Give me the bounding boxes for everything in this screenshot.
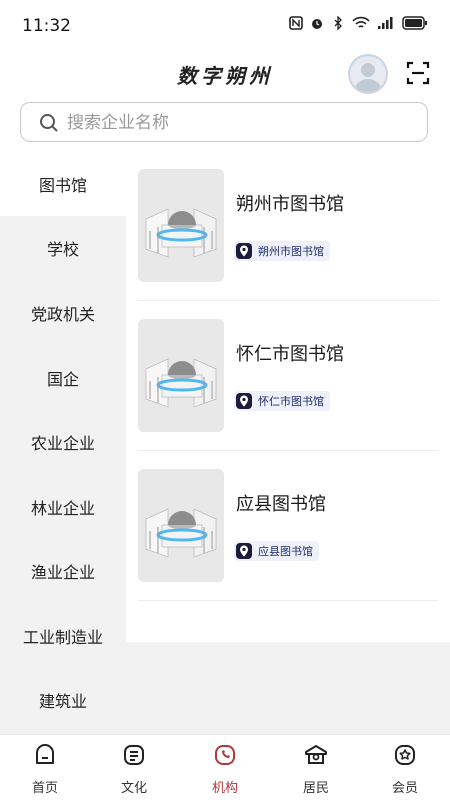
list-item[interactable]: 朔州市图书馆 朔州市图书馆 (138, 152, 438, 302)
signal-icon (378, 17, 393, 29)
search-icon (40, 114, 58, 132)
wifi-icon (352, 16, 370, 28)
content-empty-area (126, 642, 450, 734)
nav-home[interactable]: 首页 (10, 741, 80, 797)
institution-icon (215, 745, 235, 765)
nav-culture[interactable]: 文化 (99, 741, 169, 797)
category-label: 林业企业 (30, 499, 95, 518)
nav-label: 居民 (302, 781, 329, 796)
location-pin-icon (236, 543, 252, 559)
category-item-agriculture[interactable]: 农业企业 (0, 410, 126, 474)
category-item-manufacturing[interactable]: 工业制造业 (0, 604, 126, 668)
organization-tag-label: 怀仁市图书馆 (258, 395, 324, 408)
category-sidebar: 图书馆 学校 党政机关 国企 农业企业 林业企业 渔业企业 工业制造业 建筑业 (0, 152, 126, 734)
search-input[interactable] (65, 109, 409, 137)
organization-tag-label: 朔州市图书馆 (258, 245, 324, 258)
avatar[interactable] (348, 54, 388, 94)
nav-label: 会员 (391, 781, 418, 796)
organization-name: 朔州市图书馆 (236, 194, 344, 215)
category-item-fishery[interactable]: 渔业企业 (0, 539, 126, 603)
divider (138, 450, 438, 451)
organization-name: 怀仁市图书馆 (236, 344, 344, 365)
category-label: 农业企业 (30, 434, 95, 453)
category-label: 学校 (46, 240, 79, 259)
category-item-library[interactable]: 图书馆 (0, 152, 126, 216)
nav-label: 首页 (31, 781, 58, 796)
nav-label: 文化 (120, 781, 147, 796)
bottom-nav: 首页 文化 机构 居民 会员 (0, 734, 450, 800)
library-thumbnail (138, 169, 224, 282)
organization-tag-label: 应县图书馆 (258, 545, 313, 558)
list-item[interactable]: 怀仁市图书馆 怀仁市图书馆 (138, 302, 438, 452)
category-item-construction[interactable]: 建筑业 (0, 668, 126, 732)
location-pin-icon (236, 393, 252, 409)
app-header: 数字朔州 (0, 48, 450, 98)
location-pin-icon (236, 243, 252, 259)
organization-tag: 朔州市图书馆 (234, 241, 330, 261)
category-label: 党政机关 (30, 305, 95, 324)
member-icon (395, 745, 415, 765)
nav-member[interactable]: 会员 (370, 741, 440, 797)
organization-tag: 应县图书馆 (234, 541, 319, 561)
divider (138, 600, 438, 601)
organization-list: 朔州市图书馆 朔州市图书馆 怀仁市图书馆 怀仁市图书馆 应县图书馆 应县图书馆 (126, 152, 450, 642)
status-bar: 11:32 (0, 0, 450, 48)
nfc-icon (289, 16, 303, 30)
library-thumbnail (138, 319, 224, 432)
resident-icon (305, 745, 327, 764)
status-icons (289, 16, 428, 30)
nav-institution[interactable]: 机构 (190, 741, 260, 797)
battery-icon (402, 16, 427, 30)
status-time: 11:32 (22, 16, 71, 36)
list-item[interactable]: 应县图书馆 应县图书馆 (138, 452, 438, 602)
bluetooth-icon (334, 16, 342, 30)
alarm-icon (312, 19, 322, 29)
category-label: 工业制造业 (22, 628, 103, 647)
category-item-government[interactable]: 党政机关 (0, 281, 126, 345)
category-item-forestry[interactable]: 林业企业 (0, 475, 126, 539)
category-label: 国企 (46, 370, 79, 389)
category-label: 图书馆 (38, 176, 87, 195)
category-label: 建筑业 (38, 692, 87, 711)
nav-label: 机构 (211, 781, 238, 796)
category-item-school[interactable]: 学校 (0, 216, 126, 280)
divider (138, 300, 438, 301)
culture-icon (124, 745, 144, 765)
organization-tag: 怀仁市图书馆 (234, 391, 330, 411)
avatar-icon (354, 63, 382, 92)
category-item-state-owned[interactable]: 国企 (0, 346, 126, 410)
category-label: 渔业企业 (30, 563, 95, 582)
home-icon (36, 744, 54, 764)
nav-resident[interactable]: 居民 (281, 741, 351, 797)
scan-icon[interactable] (405, 60, 431, 86)
search-bar[interactable] (20, 102, 428, 142)
library-thumbnail (138, 469, 224, 582)
organization-name: 应县图书馆 (236, 494, 326, 515)
